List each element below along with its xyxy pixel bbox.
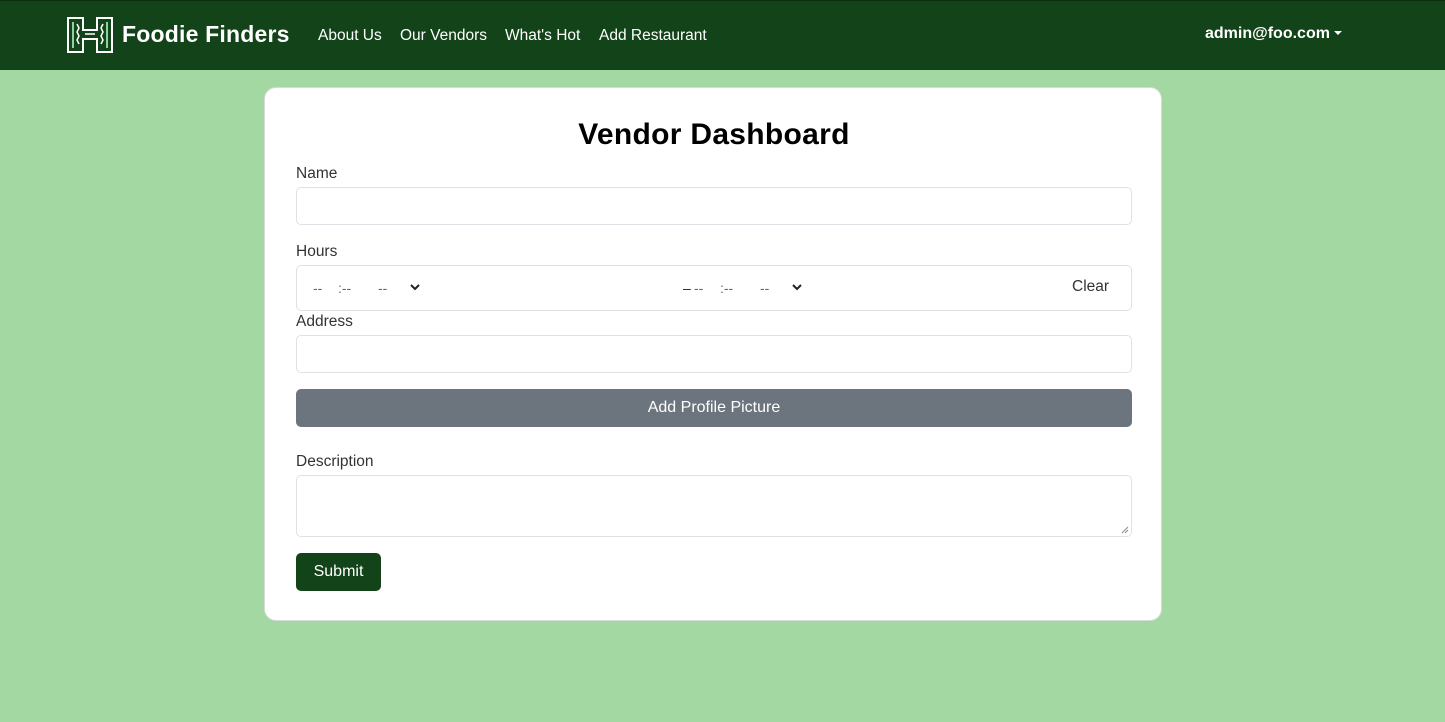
hours-label: Hours bbox=[296, 243, 338, 260]
end-hour-field[interactable]: -- bbox=[694, 280, 703, 296]
vendor-dashboard-card: Vendor Dashboard Name Hours -- :-- -- – … bbox=[264, 87, 1162, 621]
resize-handle-icon[interactable] bbox=[1120, 525, 1129, 534]
start-minute-field[interactable]: :-- bbox=[338, 280, 351, 296]
brand-name[interactable]: Foodie Finders bbox=[122, 21, 290, 48]
caret-down-icon bbox=[1333, 31, 1342, 35]
description-label: Description bbox=[296, 453, 374, 470]
address-input[interactable] bbox=[296, 335, 1132, 373]
end-period-select[interactable]: -- bbox=[760, 280, 769, 296]
page-title: Vendor Dashboard bbox=[578, 118, 850, 151]
submit-button[interactable]: Submit bbox=[296, 553, 381, 591]
end-minute-field[interactable]: :-- bbox=[720, 280, 733, 296]
nav-our-vendors[interactable]: Our Vendors bbox=[400, 27, 487, 45]
chevron-down-icon[interactable] bbox=[792, 282, 802, 292]
nav-add-restaurant[interactable]: Add Restaurant bbox=[599, 27, 707, 45]
chevron-down-icon[interactable] bbox=[410, 282, 420, 292]
nav-whats-hot[interactable]: What's Hot bbox=[505, 27, 580, 45]
start-period-select[interactable]: -- bbox=[378, 280, 387, 296]
h-logo-icon[interactable] bbox=[66, 16, 114, 54]
name-input[interactable] bbox=[296, 187, 1132, 225]
user-menu-dropdown[interactable]: admin@foo.com bbox=[1205, 25, 1342, 43]
navbar: Foodie Finders About Us Our Vendors What… bbox=[0, 0, 1445, 70]
nav-about-us[interactable]: About Us bbox=[318, 27, 382, 45]
hours-separator: – bbox=[683, 280, 691, 296]
address-label: Address bbox=[296, 313, 353, 330]
description-textarea[interactable] bbox=[296, 475, 1132, 537]
add-profile-picture-button[interactable]: Add Profile Picture bbox=[296, 389, 1132, 427]
user-email: admin@foo.com bbox=[1205, 25, 1330, 42]
hours-range-picker: -- :-- -- – -- :-- -- Clear bbox=[296, 265, 1132, 311]
clear-hours-button[interactable]: Clear bbox=[1072, 278, 1109, 296]
name-label: Name bbox=[296, 165, 338, 182]
start-hour-field[interactable]: -- bbox=[313, 280, 322, 296]
